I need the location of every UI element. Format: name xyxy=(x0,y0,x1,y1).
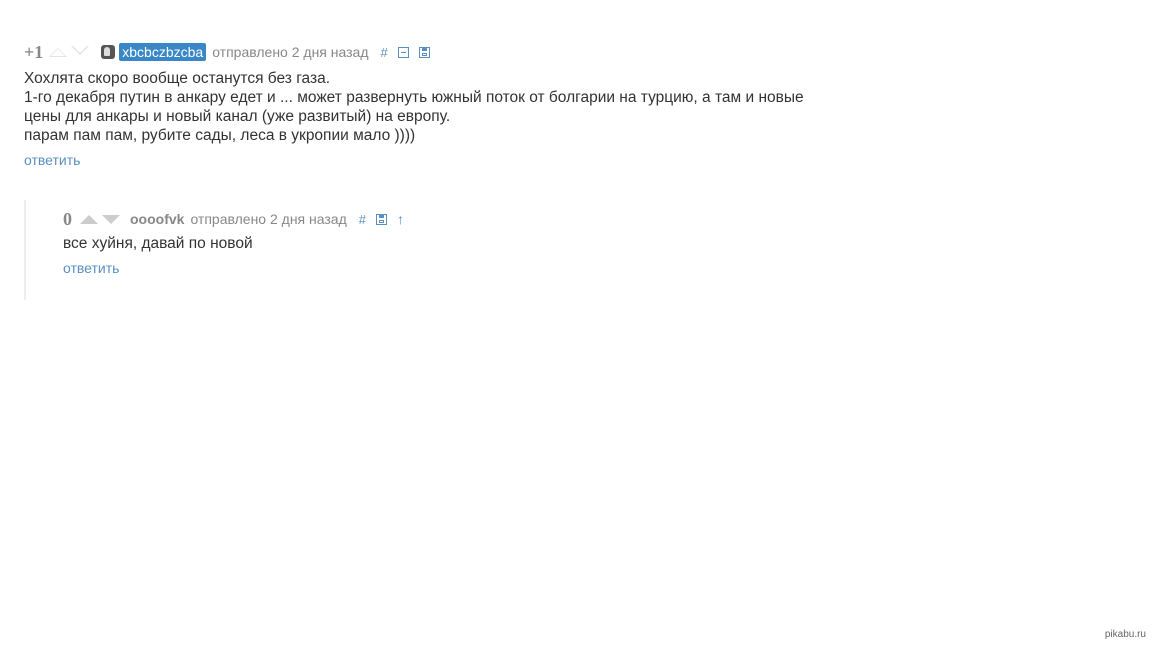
comment-text: Хохлята скоро вообще останутся без газа.… xyxy=(24,69,864,145)
comment-rating: +1 xyxy=(24,41,44,62)
permalink-hash-icon[interactable]: # xyxy=(381,45,388,60)
vote-up-icon[interactable] xyxy=(49,47,68,57)
save-icon[interactable] xyxy=(418,46,430,58)
save-icon[interactable] xyxy=(376,213,387,225)
comment-line: все хуйня, давай по новой xyxy=(63,235,253,252)
comment-text: все хуйня, давай по новой xyxy=(63,234,663,253)
comment-header: 0 oooofvk отправлено 2 дня назад # ↑ xyxy=(63,207,663,231)
avatar[interactable] xyxy=(101,45,116,59)
comment-line: парам пам пам, рубите сады, леса в укроп… xyxy=(24,127,416,144)
reply-link[interactable]: ответить xyxy=(24,152,80,168)
username-link[interactable]: xbcbczbzcba xyxy=(119,43,207,61)
comment-line: Хохлята скоро вообще останутся без газа. xyxy=(24,70,330,87)
reply-link[interactable]: ответить xyxy=(63,260,119,276)
reply-comment: 0 oooofvk отправлено 2 дня назад # ↑ все… xyxy=(63,207,663,278)
username-link[interactable]: oooofvk xyxy=(130,211,184,227)
site-watermark: pikabu.ru xyxy=(1104,629,1146,640)
vote-down-icon[interactable] xyxy=(71,45,90,55)
comment-line: цены для анкары и новый канал (уже разви… xyxy=(24,108,451,125)
parent-arrow-up-icon[interactable]: ↑ xyxy=(397,211,404,227)
comment-timestamp: отправлено 2 дня назад xyxy=(212,44,369,60)
vote-up-icon[interactable] xyxy=(80,214,98,224)
comment-timestamp: отправлено 2 дня назад xyxy=(190,211,347,227)
reply-branch-line xyxy=(24,200,26,300)
vote-down-icon[interactable] xyxy=(102,214,120,224)
comment-rating: 0 xyxy=(63,208,72,229)
comment-line: 1-го декабря путин в анкару едет и ... м… xyxy=(24,89,804,106)
permalink-hash-icon[interactable]: # xyxy=(359,212,366,227)
collapse-icon[interactable] xyxy=(397,46,409,58)
comment: +1 xbcbczbzcba отправлено 2 дня назад # … xyxy=(24,40,864,170)
comment-header: +1 xbcbczbzcba отправлено 2 дня назад # xyxy=(24,40,864,64)
